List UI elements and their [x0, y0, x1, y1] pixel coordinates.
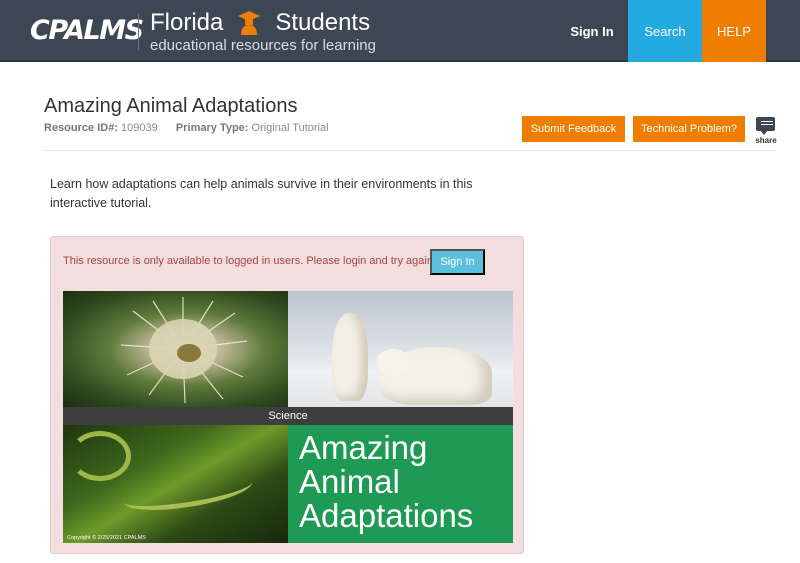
copyright-text: Copyright © 2/25/2021 CPALMS: [67, 535, 146, 541]
tutorial-title-line: Adaptations: [299, 497, 474, 534]
submit-feedback-button[interactable]: Submit Feedback: [522, 116, 625, 142]
share-label: share: [755, 136, 777, 145]
polar-bears-photo: [288, 291, 513, 407]
page-title: Amazing Animal Adaptations: [44, 95, 298, 117]
brand-student-icon: [237, 10, 261, 36]
primary-type-label: Primary Type:: [175, 122, 249, 134]
pufferfish-photo: [63, 291, 288, 407]
login-required-alert: This resource is only available to logge…: [50, 236, 524, 554]
brand-word-florida: Florida: [150, 9, 224, 36]
resource-meta: Resource ID#: 109039 Primary Type: Origi…: [44, 122, 329, 134]
share-icon: [756, 117, 775, 135]
tutorial-title-line: Animal: [299, 463, 400, 500]
standing-polar-bear: [332, 313, 368, 401]
nav-search-button[interactable]: Search: [628, 0, 702, 62]
tutorial-title-panel: Amazing Animal Adaptations: [288, 425, 513, 543]
tutorial-title-line: Amazing: [299, 429, 428, 466]
brand-title: Florida Students: [150, 8, 370, 38]
primary-type-value: Original Tutorial: [251, 122, 329, 134]
nav-help-button[interactable]: HELP: [702, 0, 766, 62]
logo-text: CPALMS: [30, 15, 144, 46]
brand-word-students: Students: [275, 9, 371, 36]
alert-message: This resource is only available to logge…: [63, 255, 436, 267]
resource-id-label: Resource ID#:: [44, 122, 118, 134]
resource-description: Learn how adaptations can help animals s…: [50, 177, 473, 210]
vine-snake-photo: Copyright © 2/25/2021 CPALMS: [63, 425, 288, 543]
tutorial-banner-image: Science Copyright © 2/25/2021 CPALMS Ama…: [63, 291, 513, 543]
brand-subtitle: educational resources for learning: [150, 37, 376, 54]
header-divider: [138, 14, 139, 50]
resource-id-value: 109039: [121, 122, 158, 134]
alert-signin-button[interactable]: Sign In: [430, 249, 485, 275]
nav-signin-link[interactable]: Sign In: [556, 0, 628, 62]
technical-problem-button[interactable]: Technical Problem?: [633, 116, 745, 142]
title-divider: [44, 150, 776, 151]
share-button[interactable]: share: [754, 117, 777, 145]
subject-band: Science: [63, 407, 513, 425]
site-header: CPALMS Florida Students educational reso…: [0, 0, 800, 62]
cpalms-logo[interactable]: CPALMS: [30, 14, 144, 48]
